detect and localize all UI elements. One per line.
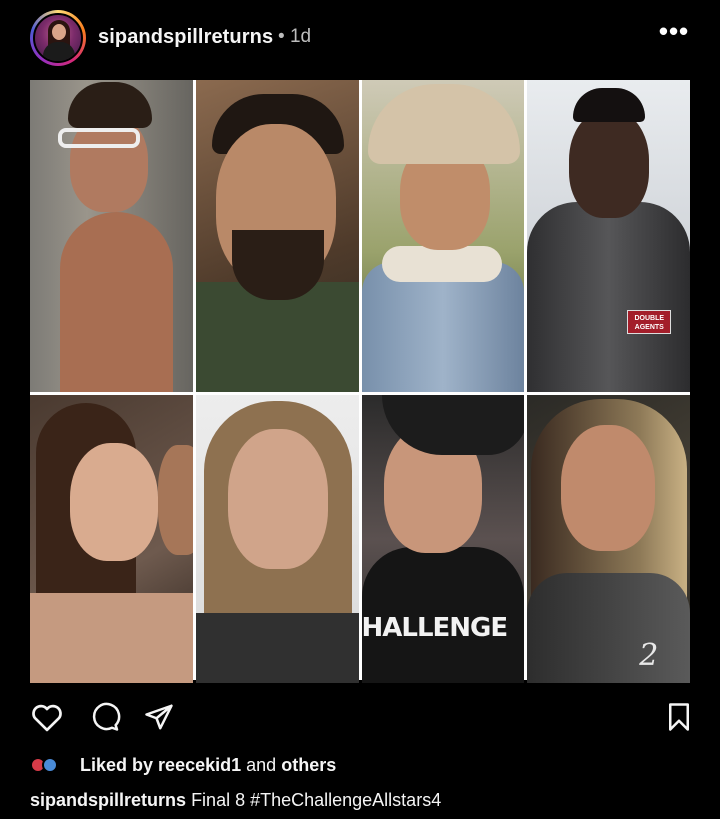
caption-username[interactable]: sipandspillreturns bbox=[30, 790, 186, 810]
collage-photo-2 bbox=[195, 80, 359, 392]
post-media[interactable]: DOUBLE AGENTS HALLENGE 2 bbox=[30, 80, 690, 683]
scribble-mark: 2 bbox=[639, 638, 659, 673]
more-options-icon[interactable]: ••• bbox=[658, 18, 690, 50]
collage-photo-6 bbox=[195, 395, 359, 683]
collage-photo-4: DOUBLE AGENTS bbox=[527, 80, 690, 392]
collage-photo-3 bbox=[361, 80, 525, 392]
post-header: sipandspillreturns • 1d ••• bbox=[0, 0, 720, 76]
jacket-patch: DOUBLE AGENTS bbox=[627, 310, 672, 334]
collage-photo-5 bbox=[30, 395, 193, 683]
post-timestamp: • 1d bbox=[278, 26, 312, 47]
shirt-print-text: HALLENGE bbox=[361, 613, 509, 643]
liker-avatar bbox=[42, 757, 58, 773]
liker-username[interactable]: reecekid1 bbox=[158, 755, 241, 776]
avatar[interactable] bbox=[33, 13, 83, 63]
share-icon[interactable] bbox=[142, 702, 176, 732]
post-username[interactable]: sipandspillreturns bbox=[98, 26, 273, 49]
photo-collage: DOUBLE AGENTS HALLENGE 2 bbox=[30, 80, 690, 683]
collage-photo-1 bbox=[30, 80, 193, 392]
likes-middle: and bbox=[246, 754, 277, 775]
liker-avatars bbox=[30, 755, 74, 775]
comment-icon[interactable] bbox=[88, 702, 122, 732]
post-caption: sipandspillreturns Final 8 #TheChallenge… bbox=[30, 790, 441, 811]
heart-icon[interactable] bbox=[30, 702, 64, 732]
likes-summary[interactable]: Liked by reecekid1 and others bbox=[30, 752, 336, 778]
collage-photo-7: HALLENGE bbox=[361, 395, 525, 683]
caption-text: Final 8 #TheChallengeAllstars4 bbox=[191, 790, 442, 810]
likes-others-link[interactable]: others bbox=[281, 755, 336, 776]
likes-prefix: Liked by bbox=[80, 754, 154, 775]
collage-photo-8: 2 bbox=[527, 395, 690, 683]
profile-avatar-ring[interactable] bbox=[30, 10, 86, 66]
save-icon[interactable] bbox=[662, 702, 696, 732]
post-actions-bar bbox=[0, 690, 720, 742]
